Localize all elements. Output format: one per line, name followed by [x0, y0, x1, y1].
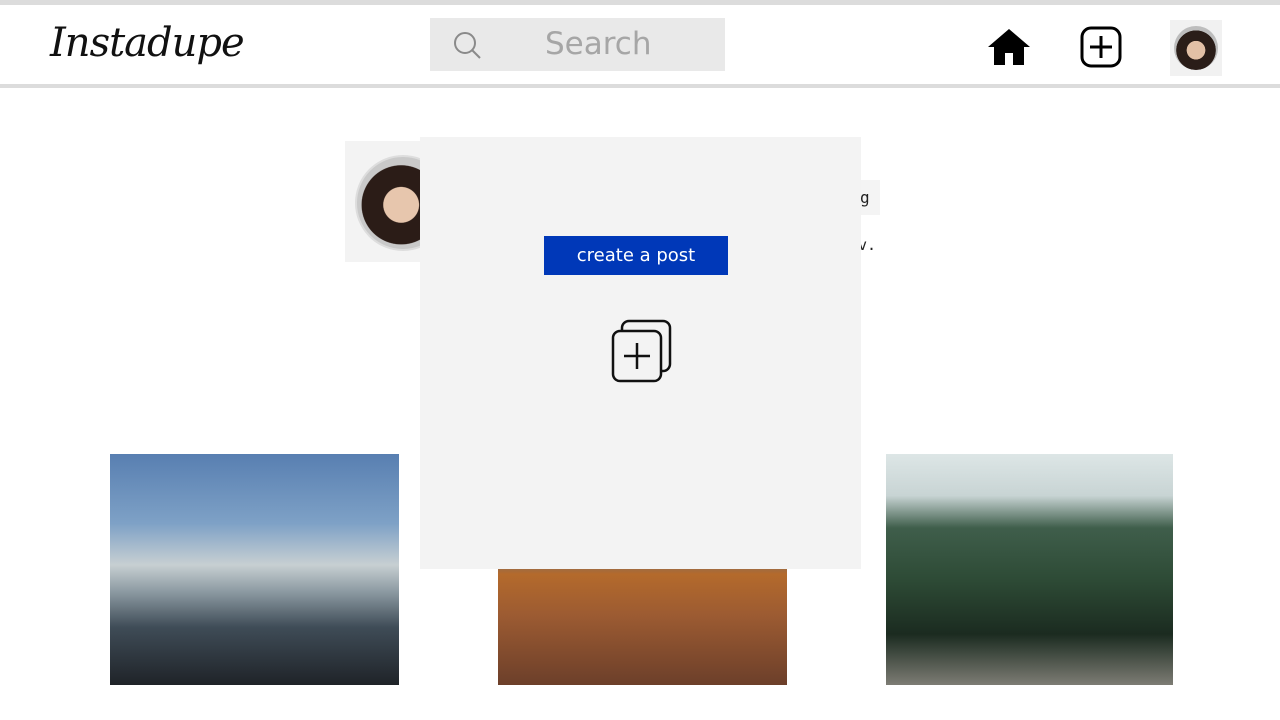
edit-profile-partial: g [860, 188, 870, 207]
search-bar[interactable]: Search [430, 18, 725, 71]
post-thumbnail-1[interactable] [110, 454, 399, 685]
search-icon [454, 32, 481, 59]
add-post-icon[interactable] [1080, 26, 1122, 68]
home-icon[interactable] [985, 23, 1033, 71]
profile-avatar-button[interactable] [1170, 20, 1222, 76]
add-media-icon[interactable] [610, 319, 674, 385]
app-logo[interactable]: Instadupe [50, 17, 245, 69]
search-placeholder: Search [545, 26, 652, 62]
avatar [1174, 26, 1218, 70]
post-thumbnail-3[interactable] [886, 454, 1173, 685]
create-post-button[interactable]: create a post [544, 236, 728, 275]
nav-divider [0, 84, 1280, 88]
create-post-modal: create a post [420, 137, 861, 569]
navbar: Instadupe Search [0, 5, 1280, 84]
